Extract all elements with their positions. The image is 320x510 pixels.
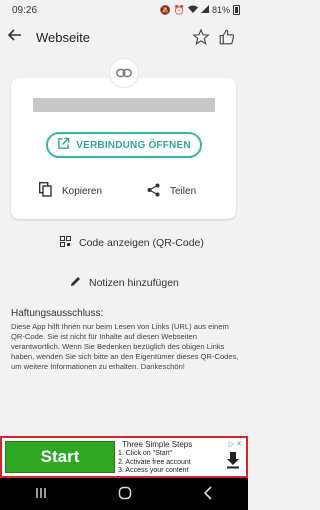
qr-code-icon — [60, 236, 71, 250]
system-nav-bar — [0, 478, 248, 510]
wifi-icon — [187, 5, 198, 15]
back-nav-icon[interactable] — [203, 485, 213, 503]
share-label: Teilen — [170, 185, 197, 197]
download-icon[interactable] — [226, 451, 240, 469]
thumbs-up-icon[interactable] — [214, 24, 240, 50]
ad-step-1: 1. Click on "Start" — [118, 450, 173, 457]
open-connection-label: VERBINDUNG ÖFFNEN — [76, 139, 191, 151]
disclaimer-title: Haftungsausschluss: — [11, 308, 104, 319]
link-icon — [109, 58, 139, 88]
status-bar: 09:26 🔕 ⏰ 81% — [0, 0, 248, 20]
page-title: Webseite — [36, 29, 90, 45]
signal-icon — [200, 5, 209, 15]
star-icon[interactable] — [188, 24, 214, 50]
show-qr-code-label: Code anzeigen (QR-Code) — [79, 237, 204, 249]
status-icons: 🔕 ⏰ 81% — [160, 5, 240, 16]
ad-step-3: 3. Access your content — [118, 467, 189, 474]
status-time: 09:26 — [12, 4, 38, 16]
add-notes-label: Notizen hinzufügen — [89, 277, 179, 289]
battery-percent: 81% — [211, 5, 230, 15]
copy-icon — [38, 181, 52, 200]
ad-choices-badge[interactable]: ▷ ✕ — [229, 440, 242, 448]
copy-button[interactable]: Kopieren — [38, 181, 103, 200]
share-icon — [147, 183, 160, 200]
disclaimer-text: Diese App hilft Ihnen nur beim Lesen von… — [11, 322, 239, 371]
add-notes-button[interactable]: Notizen hinzufügen — [70, 276, 179, 290]
copy-label: Kopieren — [62, 185, 103, 197]
ad-text: Three Simple Steps 1. Click on "Start" 2… — [118, 440, 224, 476]
mute-icon: 🔕 — [159, 4, 171, 15]
app-bar: Webseite — [0, 20, 248, 54]
open-external-icon — [57, 137, 70, 153]
ad-banner[interactable]: Start Three Simple Steps 1. Click on "St… — [0, 436, 248, 478]
card-actions: Kopieren Teilen — [11, 176, 236, 206]
alarm-icon: ⏰ — [173, 4, 185, 15]
open-connection-button[interactable]: VERBINDUNG ÖFFNEN — [46, 132, 202, 158]
ad-step-2: 2. Activate free account — [118, 458, 191, 466]
back-arrow-icon[interactable] — [7, 28, 30, 46]
battery-icon — [233, 5, 240, 15]
show-qr-code-button[interactable]: Code anzeigen (QR-Code) — [60, 236, 204, 250]
recent-apps-icon[interactable] — [35, 486, 47, 502]
ad-start-button[interactable]: Start — [5, 441, 115, 473]
url-placeholder-bar — [33, 98, 215, 112]
link-card: VERBINDUNG ÖFFNEN Kopieren Teilen — [11, 78, 236, 219]
ad-headline: Three Simple Steps — [122, 440, 193, 449]
pencil-icon — [70, 276, 81, 290]
share-button[interactable]: Teilen — [147, 183, 196, 200]
home-icon[interactable] — [118, 486, 132, 503]
